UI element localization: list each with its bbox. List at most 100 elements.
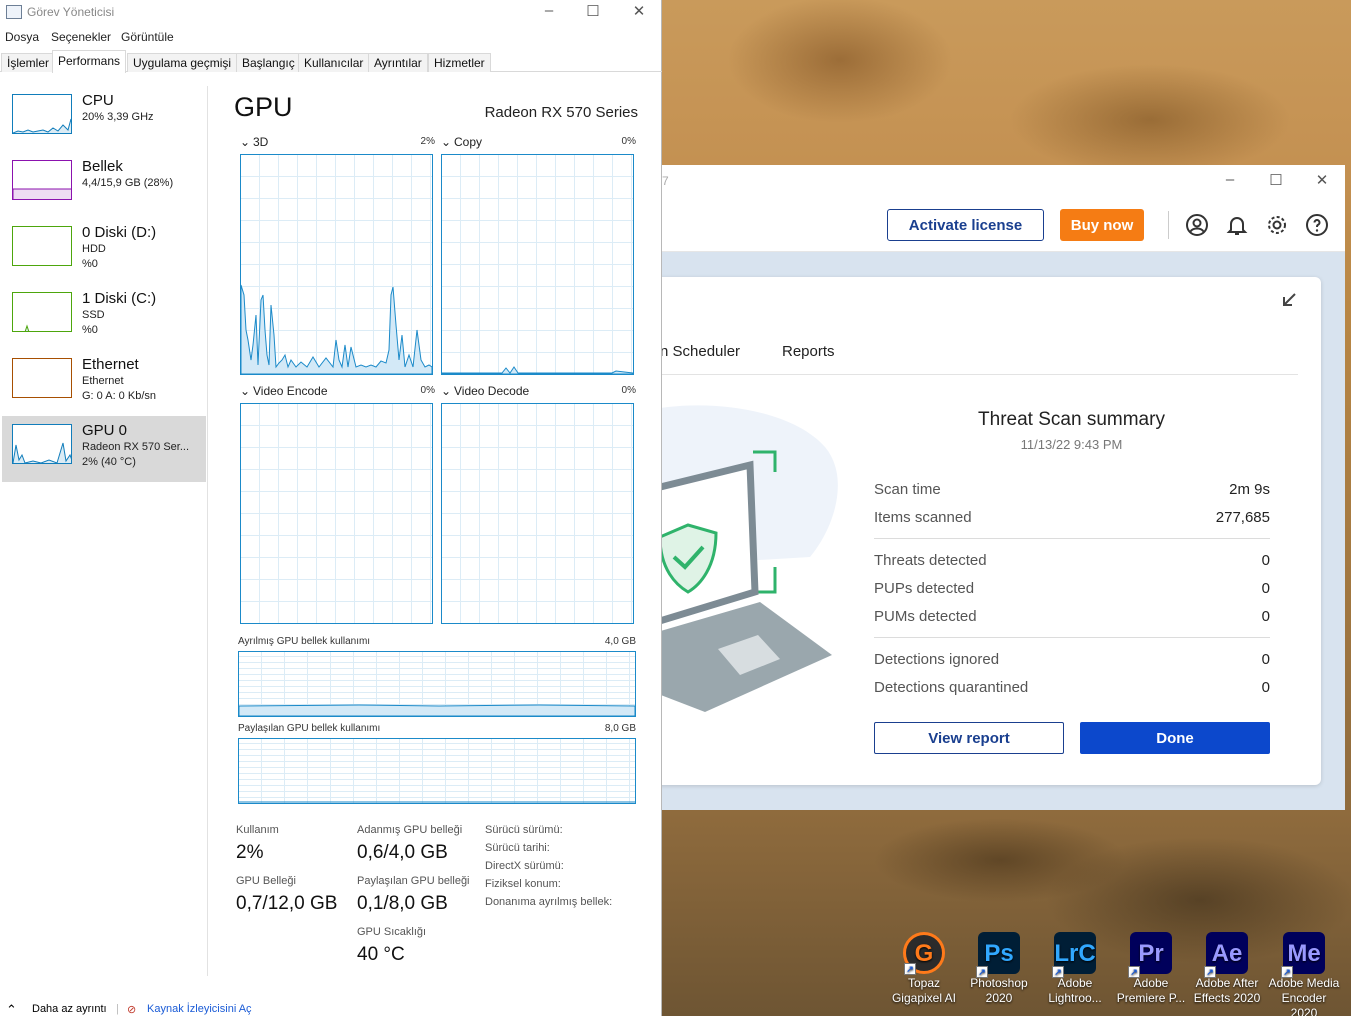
minimize-icon[interactable]: –: [1220, 171, 1240, 188]
maximize-icon[interactable]: ☐: [1266, 171, 1286, 189]
chevron-down-icon[interactable]: ⌄: [240, 384, 250, 398]
close-icon[interactable]: ✕: [1312, 171, 1332, 189]
collapse-icon[interactable]: [1280, 291, 1298, 309]
summary-title: Threat Scan summary: [978, 409, 1165, 430]
tab-services[interactable]: Hizmetler: [428, 53, 491, 72]
shortcut-arrow-icon: ↗: [1281, 966, 1293, 978]
sidebar-item-bellek[interactable]: Bellek 4,4/15,9 GB (28%): [2, 152, 206, 218]
tab-processes[interactable]: İşlemler: [1, 53, 56, 72]
tab-reports[interactable]: Reports: [782, 343, 835, 360]
bell-icon[interactable]: [1225, 213, 1249, 237]
sidebar-thumbnail-graph: [12, 226, 72, 266]
engine-graph-video-encode: [240, 403, 433, 624]
sidebar-item-gpu-0[interactable]: GPU 0 Radeon RX 570 Ser... 2% (40 °C): [2, 416, 206, 482]
summary-row-label: Items scanned: [874, 509, 972, 526]
minimize-icon[interactable]: –: [537, 2, 561, 19]
desktop-shortcut[interactable]: Ae ↗ Adobe After Effects 2020: [1190, 932, 1264, 1006]
sidebar-item-detail: 20% 3,39 GHz: [82, 111, 154, 123]
chevron-down-icon[interactable]: ⌄: [441, 384, 451, 398]
engine-pct: 0%: [420, 385, 435, 396]
shortcut-label: Adobe Premiere P...: [1116, 976, 1186, 1005]
photoshop-icon: Ps ↗: [976, 932, 1020, 978]
desktop-shortcut[interactable]: Ps ↗ Photoshop 2020: [962, 932, 1036, 1006]
help-icon[interactable]: [1305, 213, 1329, 237]
chevron-down-icon[interactable]: ⌄: [240, 135, 250, 149]
sidebar-item-name: Bellek: [82, 158, 123, 175]
shared-memory-graph: [238, 738, 636, 804]
usage-value: 2%: [236, 842, 264, 863]
menu-options[interactable]: Seçenekler: [51, 30, 111, 44]
icon-glyph: LrC: [1054, 939, 1096, 967]
view-report-button[interactable]: View report: [874, 722, 1064, 754]
activate-license-button[interactable]: Activate license: [887, 209, 1044, 241]
dedicated-mem-value: 0,6/4,0 GB: [357, 842, 448, 863]
summary-row-value: 2m 9s: [1229, 481, 1270, 498]
buy-now-button[interactable]: Buy now: [1060, 209, 1144, 241]
menu-file[interactable]: Dosya: [5, 30, 39, 44]
summary-row-label: PUPs detected: [874, 580, 975, 597]
shortcut-arrow-icon: ↗: [1204, 966, 1216, 978]
account-icon[interactable]: [1185, 213, 1209, 237]
sidebar-item-detail: 4,4/15,9 GB (28%): [82, 177, 174, 189]
topaz-icon: G ↗: [903, 932, 945, 975]
summary-row: Items scanned 277,685: [874, 509, 1270, 529]
summary-divider: [874, 637, 1270, 638]
tab-details[interactable]: Ayrıntılar: [368, 53, 428, 72]
summary-row-value: 277,685: [1215, 509, 1270, 526]
engine-pct: 0%: [621, 136, 636, 147]
tm-tabs: İşlemler Performans Uygulama geçmişi Baş…: [0, 50, 662, 73]
gpu-mem-value: 0,7/12,0 GB: [236, 893, 338, 914]
done-button[interactable]: Done: [1080, 722, 1270, 754]
shared-mem-value: 0,1/8,0 GB: [357, 893, 448, 914]
icon-glyph: Me: [1287, 939, 1321, 967]
sidebar-item-detail: SSD: [82, 309, 105, 321]
sidebar-item-cpu[interactable]: CPU 20% 3,39 GHz: [2, 86, 206, 152]
tab-scheduler[interactable]: n Scheduler: [660, 343, 740, 360]
summary-row-label: Detections ignored: [874, 651, 1000, 668]
engine-graph-video-decode: [441, 403, 634, 624]
panel-tabs: n Scheduler Reports: [640, 339, 1298, 375]
dedicated-memory-max: 4,0 GB: [604, 636, 636, 647]
mb-titlebar[interactable]: 7 – ☐ ✕: [640, 165, 1345, 197]
driver-date-label: Sürücü tarihi:: [485, 842, 550, 854]
shared-memory-max: 8,0 GB: [604, 723, 636, 734]
tab-startup[interactable]: Başlangıç: [236, 53, 301, 72]
sidebar-item-name: 0 Diski (D:): [82, 224, 157, 241]
sidebar-item-detail: Ethernet: [82, 375, 124, 387]
desktop-shortcut[interactable]: Pr ↗ Adobe Premiere P...: [1114, 932, 1188, 1006]
sidebar-item-0-diski-d[interactable]: 0 Diski (D:) HDD %0: [2, 218, 206, 284]
sidebar-item-ethernet[interactable]: Ethernet Ethernet G: 0 A: 0 Kb/sn: [2, 350, 206, 416]
engine-pct: 2%: [420, 136, 435, 147]
fewer-details-link[interactable]: Daha az ayrıntı: [32, 1003, 107, 1015]
tab-app-history[interactable]: Uygulama geçmişi: [127, 53, 238, 72]
desktop-shortcut[interactable]: Me ↗ Adobe Media Encoder 2020: [1267, 932, 1341, 1016]
summary-row-value: 0: [1261, 552, 1270, 569]
gpu-model: Radeon RX 570 Series: [484, 104, 638, 121]
sidebar-item-name: CPU: [82, 92, 114, 109]
tab-performance[interactable]: Performans: [52, 50, 127, 73]
chevron-down-icon[interactable]: ⌄: [441, 135, 451, 149]
mb-header: Activate license Buy now: [640, 197, 1345, 252]
gear-icon[interactable]: [1265, 213, 1289, 237]
engine-label: Video Decode: [454, 384, 530, 398]
sidebar-item-detail: %0: [82, 258, 98, 270]
menu-view[interactable]: Görüntüle: [121, 30, 174, 44]
sidebar-item-name: 1 Diski (C:): [82, 290, 157, 307]
mb-title: 7: [662, 174, 669, 188]
summary-divider: [874, 538, 1270, 539]
driver-version-label: Sürücü sürümü:: [485, 824, 563, 836]
summary-row-value: 0: [1261, 580, 1270, 597]
desktop-shortcut[interactable]: G ↗ Topaz Gigapixel AI: [887, 932, 961, 1006]
resource-monitor-icon: ⊘: [127, 1004, 137, 1016]
resource-monitor-link[interactable]: Kaynak İzleyicisini Aç: [147, 1003, 252, 1015]
engine-label: 3D: [253, 135, 269, 149]
sidebar-thumbnail-graph: [12, 94, 72, 134]
chevron-up-icon[interactable]: ⌃: [6, 1002, 17, 1016]
tab-users[interactable]: Kullanıcılar: [298, 53, 370, 72]
sidebar-item-1-diski-c[interactable]: 1 Diski (C:) SSD %0: [2, 284, 206, 350]
dedicated-mem-label: Adanmış GPU belleği: [357, 824, 463, 836]
close-icon[interactable]: ✕: [627, 2, 651, 20]
maximize-icon[interactable]: ☐: [581, 2, 605, 20]
tm-titlebar[interactable]: Görev Yöneticisi – ☐ ✕: [0, 0, 661, 25]
desktop-shortcut[interactable]: LrC ↗ Adobe Lightroo...: [1038, 932, 1112, 1006]
